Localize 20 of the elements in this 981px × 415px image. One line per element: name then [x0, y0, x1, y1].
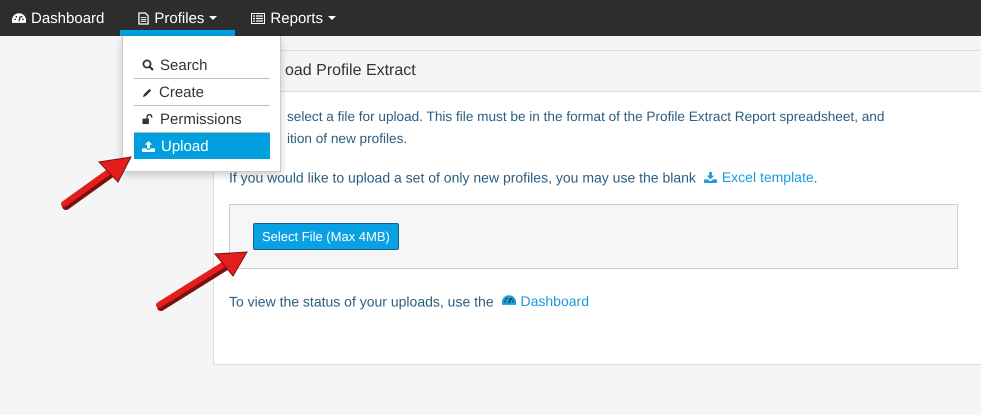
- list-icon: [251, 12, 266, 24]
- search-icon: [142, 59, 154, 71]
- gauge-icon: [502, 295, 516, 306]
- unlock-icon: [142, 114, 154, 124]
- document-icon: [138, 12, 150, 24]
- menu-item[interactable]: Create: [134, 79, 270, 106]
- download-icon: [704, 172, 717, 182]
- panel-title: oad Profile Extract: [285, 62, 416, 80]
- gauge-icon: [12, 12, 26, 24]
- caret-icon: [328, 16, 336, 20]
- nav-item[interactable]: Reports: [251, 0, 354, 36]
- template-note: If you would like to upload a set of only new profiles, you may use the blank Excel template.: [229, 169, 819, 186]
- caret-icon: [209, 16, 218, 20]
- menu-item[interactable]: Search: [134, 52, 270, 79]
- nav-item[interactable]: Dashboard: [12, 0, 122, 36]
- upload-icon: [142, 140, 155, 152]
- pencil-icon: [142, 86, 153, 98]
- status-note: To view the status of your uploads, use the Dashboard: [229, 292, 590, 309]
- annotation-arrow: [61, 156, 132, 210]
- intro-text: ition of new profiles.: [286, 130, 408, 148]
